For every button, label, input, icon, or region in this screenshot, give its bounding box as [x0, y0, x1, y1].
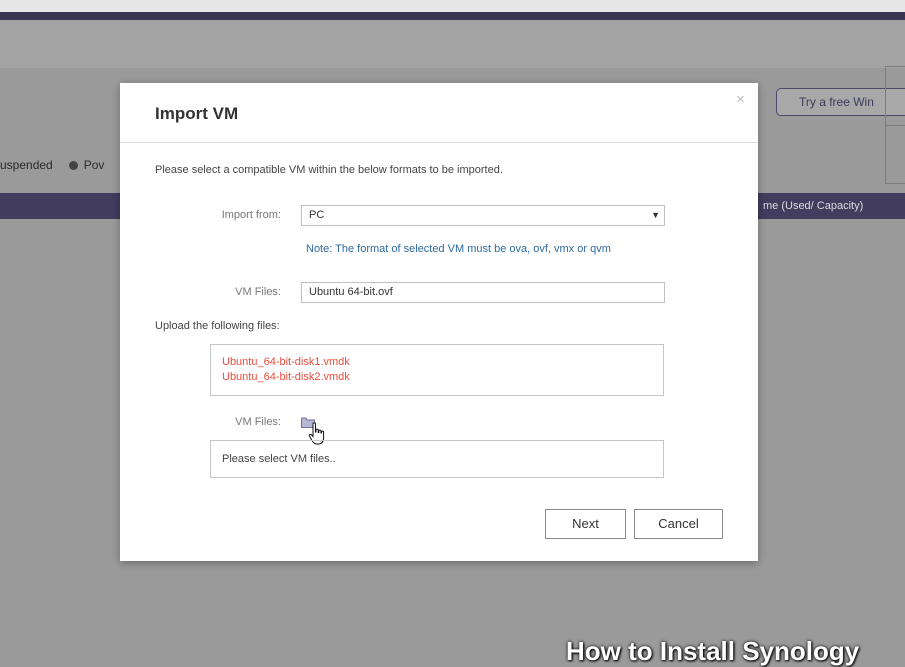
- legend-dot-icon: [68, 161, 78, 170]
- file-item: Ubuntu_64-bit-disk2.vmdk: [222, 371, 350, 383]
- vm-files-dropzone[interactable]: Please select VM files..: [210, 440, 664, 478]
- close-icon[interactable]: ×: [736, 91, 745, 108]
- required-files-list: Ubuntu_64-bit-disk1.vmdk Ubuntu_64-bit-d…: [210, 344, 664, 396]
- vm-files-input[interactable]: Ubuntu 64-bit.ovf: [301, 282, 665, 303]
- status-legend: uspended Pov: [0, 158, 104, 172]
- dialog-title: Import VM: [155, 104, 239, 123]
- format-note: Note: The format of selected VM must be …: [306, 243, 611, 255]
- dropdown-arrow-icon: ▼: [651, 210, 660, 220]
- import-from-value: PC: [309, 209, 325, 221]
- file-item: Ubuntu_64-bit-disk1.vmdk: [222, 356, 350, 368]
- import-vm-dialog: Import VM × Please select a compatible V…: [120, 83, 758, 561]
- legend-suspended-label: uspended: [0, 158, 53, 172]
- side-panel-divider: [885, 125, 905, 126]
- toolbar-area: [0, 20, 905, 68]
- import-from-select[interactable]: PC ▼: [301, 205, 665, 226]
- import-from-label: Import from:: [221, 209, 281, 221]
- legend-powered-label: Pov: [83, 158, 105, 172]
- title-divider: [120, 142, 758, 143]
- instruction-text: Please select a compatible VM within the…: [155, 164, 503, 176]
- vm-files-label: VM Files:: [235, 286, 281, 298]
- top-accent-stripe: [0, 12, 905, 20]
- video-watermark: How to Install Synology: [566, 636, 860, 666]
- cancel-button[interactable]: Cancel: [634, 509, 723, 539]
- vm-files-browse-label: VM Files:: [235, 416, 281, 428]
- column-header-volume[interactable]: me (Used/ Capacity): [763, 200, 863, 212]
- upload-files-label: Upload the following files:: [155, 320, 280, 332]
- next-button[interactable]: Next: [545, 509, 626, 539]
